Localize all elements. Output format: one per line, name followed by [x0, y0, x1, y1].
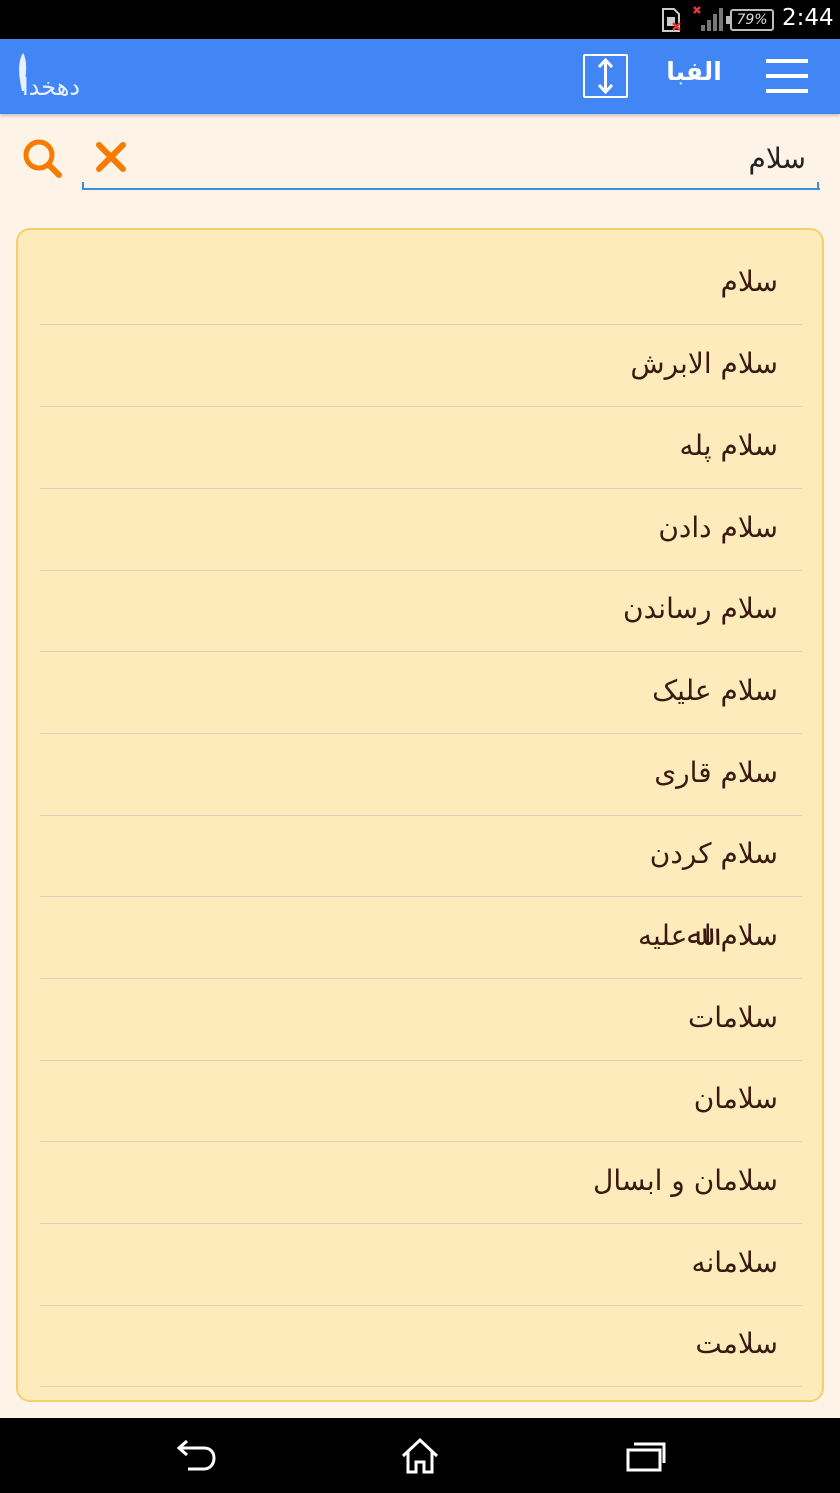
logo-icon: دهخدا	[14, 51, 96, 105]
list-item-label: سلامان	[693, 1082, 778, 1115]
home-icon[interactable]	[398, 1436, 442, 1476]
list-item-label: سلام اﷲعلیه	[637, 919, 778, 952]
logo-text: دهخدا	[22, 73, 81, 101]
list-item[interactable]: سلام اﷲعلیه	[40, 897, 802, 979]
input-underline-edge	[817, 182, 819, 190]
recents-icon[interactable]	[624, 1436, 668, 1476]
list-item[interactable]: سلامان و ابسال	[40, 1142, 802, 1224]
list-item[interactable]: سلامان	[40, 1060, 802, 1142]
list-item[interactable]: سلام دادن	[40, 489, 802, 571]
list-item[interactable]: سلامات	[40, 979, 802, 1061]
search-bar	[0, 114, 840, 214]
battery-icon: 79%	[726, 9, 774, 31]
alphabet-mode-button[interactable]: الفبا	[662, 57, 726, 86]
list-item[interactable]: سلام علیک	[40, 652, 802, 734]
list-item-label: سلامت	[695, 1327, 778, 1360]
list-item[interactable]: سلامت	[40, 1305, 802, 1387]
system-nav-bar	[0, 1418, 840, 1493]
list-item-label: سلامات	[687, 1001, 778, 1034]
search-input[interactable]	[82, 128, 820, 190]
list-item-label: سلام قاری	[654, 756, 778, 789]
list-item[interactable]: سلام پله	[40, 407, 802, 489]
clock: 2:44	[782, 5, 834, 31]
clear-icon[interactable]	[92, 138, 130, 176]
list-item-label: سلام رساندن	[623, 592, 778, 625]
app-bar: دهخدا الفبا	[0, 39, 840, 114]
status-bar: 79% 2:44	[0, 0, 840, 39]
results-list: سلام سلام الابرش سلام پله سلام دادن سلام…	[16, 228, 824, 1402]
sort-order-icon	[597, 57, 614, 95]
sim-missing-icon	[662, 8, 681, 32]
list-item[interactable]: سلام کردن	[40, 815, 802, 897]
menu-icon[interactable]	[764, 57, 810, 95]
search-icon[interactable]	[20, 136, 64, 180]
list-item[interactable]: سلام الابرش	[40, 325, 802, 407]
list-item-label: سلام الابرش	[630, 347, 778, 380]
list-item-label: سلام کردن	[649, 837, 778, 870]
list-item-label: سلام	[720, 265, 778, 298]
list-item-label: سلام علیک	[652, 674, 778, 707]
battery-level: 79%	[736, 12, 768, 28]
signal-icon	[693, 6, 723, 31]
list-item-label: سلامان و ابسال	[592, 1164, 778, 1197]
list-item[interactable]: سلام رساندن	[40, 570, 802, 652]
input-underline-edge	[82, 182, 84, 190]
list-item[interactable]: سلام قاری	[40, 734, 802, 816]
back-icon[interactable]	[174, 1436, 218, 1476]
sort-order-button[interactable]	[583, 54, 628, 98]
list-item-label: سلام دادن	[658, 511, 778, 544]
list-item[interactable]: سلامانه	[40, 1224, 802, 1306]
list-item[interactable]: سلام	[40, 243, 802, 325]
list-item-label: سلامانه	[691, 1246, 778, 1279]
list-item-label: سلام پله	[679, 429, 778, 462]
